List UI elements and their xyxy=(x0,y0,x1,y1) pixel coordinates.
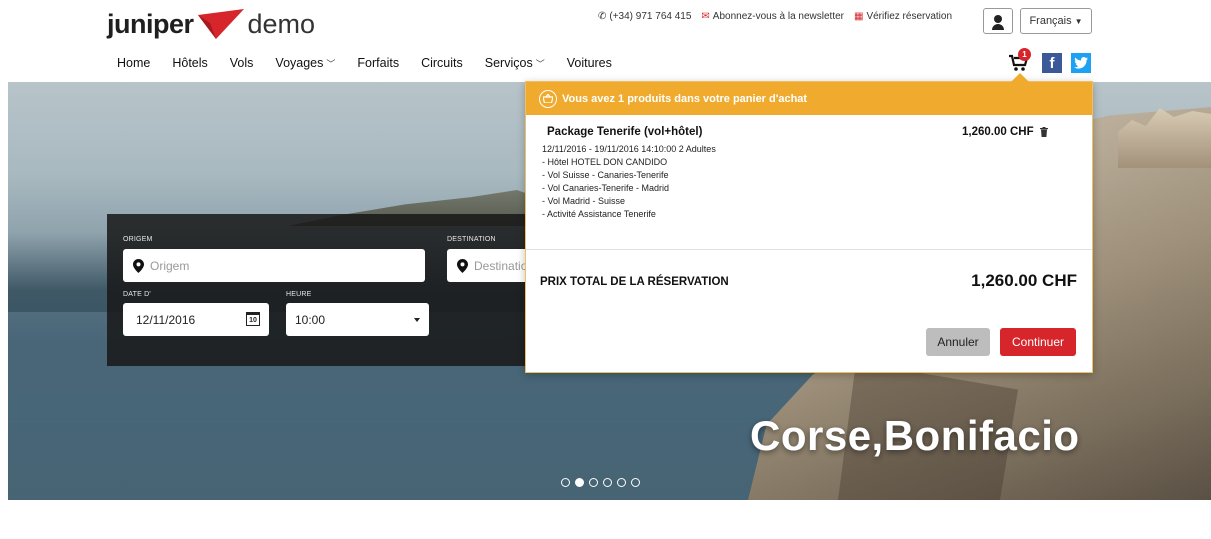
carousel-dot-active[interactable] xyxy=(575,478,584,487)
nav-item-label: Serviços xyxy=(484,56,533,70)
cart-item-price-group: 1,260.00 CHF xyxy=(962,126,1048,138)
nav-item-label: Voitures xyxy=(566,56,612,70)
nav-item-voyages[interactable]: Voyages ﹀ xyxy=(275,56,335,70)
date-value: 12/11/2016 xyxy=(136,312,196,327)
cart-popup-header: Vous avez 1 produits dans votre panier d… xyxy=(526,82,1092,115)
language-select[interactable]: Français ▼ xyxy=(1020,8,1092,34)
hero-headline: Corse,Bonifacio xyxy=(750,412,1080,459)
language-label: Français xyxy=(1029,15,1072,27)
total-value: 1,260.00 CHF xyxy=(971,271,1077,290)
twitter-icon[interactable] xyxy=(1071,53,1091,73)
nav-item-label: Forfaits xyxy=(357,56,400,70)
reservation-icon: ▦ xyxy=(853,11,864,22)
time-label: HEURE xyxy=(286,291,312,298)
chevron-down-icon: ▼ xyxy=(1074,16,1083,26)
cart-item-detail-line: - Vol Madrid - Suisse xyxy=(542,196,626,206)
nav-item-hotels[interactable]: Hôtels xyxy=(172,56,207,70)
site-logo[interactable]: juniper demo xyxy=(107,8,315,40)
basket-glyph-icon xyxy=(543,94,553,103)
cart-item-detail-line: - Activité Assistance Tenerife xyxy=(542,209,656,219)
carousel-dot[interactable] xyxy=(631,478,640,487)
carousel-dot[interactable] xyxy=(561,478,570,487)
reservation-link[interactable]: ▦ Vérifiez réservation xyxy=(854,11,952,22)
cart-popup-title: Vous avez 1 produits dans votre panier d… xyxy=(562,92,808,105)
nav-item-vols[interactable]: Vols xyxy=(230,56,254,70)
user-button[interactable] xyxy=(983,8,1013,34)
calendar-icon[interactable]: 10 xyxy=(246,312,260,326)
nav-item-label: Home xyxy=(117,56,151,70)
top-header: juniper demo ✆ (+34) 971 764 415 ✉ Abonnez… xyxy=(0,0,1211,42)
cancel-button[interactable]: Annuler xyxy=(926,328,990,356)
newsletter-link[interactable]: ✉ Abonnez-vous à la newsletter xyxy=(701,11,844,22)
continue-button[interactable]: Continuer xyxy=(1000,328,1076,356)
logo-mark-icon xyxy=(197,9,244,39)
nav-item-home[interactable]: Home xyxy=(117,56,150,70)
nav-item-label: Circuits xyxy=(421,56,463,70)
cart-item-detail-line: - Hôtel HOTEL DON CANDIDO xyxy=(542,157,668,167)
nav-item-label: Hôtels xyxy=(172,56,208,70)
logo-brand: juniper xyxy=(107,8,194,39)
mail-icon: ✉ xyxy=(701,11,710,22)
destination-field[interactable]: Destination xyxy=(447,249,537,282)
search-panel: ORIGEM Origem DESTINATION Destination DA… xyxy=(107,214,537,366)
nav-item-label: Voyages xyxy=(275,56,324,70)
basket-icon xyxy=(539,89,557,108)
nav-item-servicos[interactable]: Serviços ﹀ xyxy=(485,56,545,70)
contact-bar: ✆ (+34) 971 764 415 ✉ Abonnez-vous à la ne… xyxy=(598,11,952,22)
cart-item-title: Package Tenerife (vol+hôtel) xyxy=(547,126,703,138)
origin-label: ORIGEM xyxy=(123,236,153,243)
cart-item-details: 12/11/2016 - 19/11/2016 14:10:00 2 Adult… xyxy=(542,143,716,221)
chevron-down-icon: ﹀ xyxy=(326,58,336,69)
cart-item-detail-line: - Vol Canaries-Tenerife - Madrid xyxy=(542,183,670,193)
carousel-dot[interactable] xyxy=(617,478,626,487)
facebook-icon[interactable]: f xyxy=(1042,53,1062,73)
date-label: DATE D' xyxy=(123,291,151,298)
total-label: PRIX TOTAL DE LA RÉSERVATION xyxy=(540,276,729,288)
time-value: 10:00 xyxy=(295,312,326,327)
time-select[interactable]: 10:00 xyxy=(286,303,429,336)
carousel-dot[interactable] xyxy=(603,478,612,487)
nav-item-forfaits[interactable]: Forfaits xyxy=(357,56,399,70)
divider xyxy=(526,249,1092,250)
user-icon-body xyxy=(992,24,1004,30)
phone-number: (+34) 971 764 415 xyxy=(609,11,692,22)
main-nav: Home Hôtels Vols Voyages ﹀ Forfaits Circu… xyxy=(117,56,634,70)
trash-icon[interactable] xyxy=(1039,127,1048,137)
location-pin-icon xyxy=(133,258,144,273)
user-icon xyxy=(994,15,1002,23)
cart-item-detail-line: - Vol Suisse - Canaries-Tenerife xyxy=(542,170,669,180)
cart-item-price: 1,260.00 CHF xyxy=(962,126,1034,138)
cart-item-detail-line: 12/11/2016 - 19/11/2016 14:10:00 2 Adult… xyxy=(542,144,716,154)
date-field[interactable]: 12/11/2016 10 xyxy=(123,303,269,336)
cart-popup: Vous avez 1 produits dans votre panier d… xyxy=(525,73,1093,373)
origin-placeholder: Origem xyxy=(150,258,190,273)
carousel-dots xyxy=(561,478,640,487)
phone-link[interactable]: ✆ (+34) 971 764 415 xyxy=(598,11,691,22)
logo-suffix: demo xyxy=(247,8,316,39)
origin-field[interactable]: Origem xyxy=(123,249,425,282)
cart-count-badge: 1 xyxy=(1018,48,1031,61)
nav-item-voitures[interactable]: Voitures xyxy=(567,56,612,70)
reservation-label: Vérifiez réservation xyxy=(866,11,953,22)
destination-label: DESTINATION xyxy=(447,236,496,243)
newsletter-label: Abonnez-vous à la newsletter xyxy=(712,11,844,22)
carousel-dot[interactable] xyxy=(589,478,598,487)
location-pin-icon xyxy=(457,258,468,273)
nav-item-label: Vols xyxy=(229,56,254,70)
nav-item-circuits[interactable]: Circuits xyxy=(421,56,463,70)
phone-icon: ✆ xyxy=(598,11,607,22)
chevron-down-icon: ﹀ xyxy=(535,58,545,69)
caret-down-icon xyxy=(414,318,420,322)
twitter-bird-icon xyxy=(1074,57,1088,69)
